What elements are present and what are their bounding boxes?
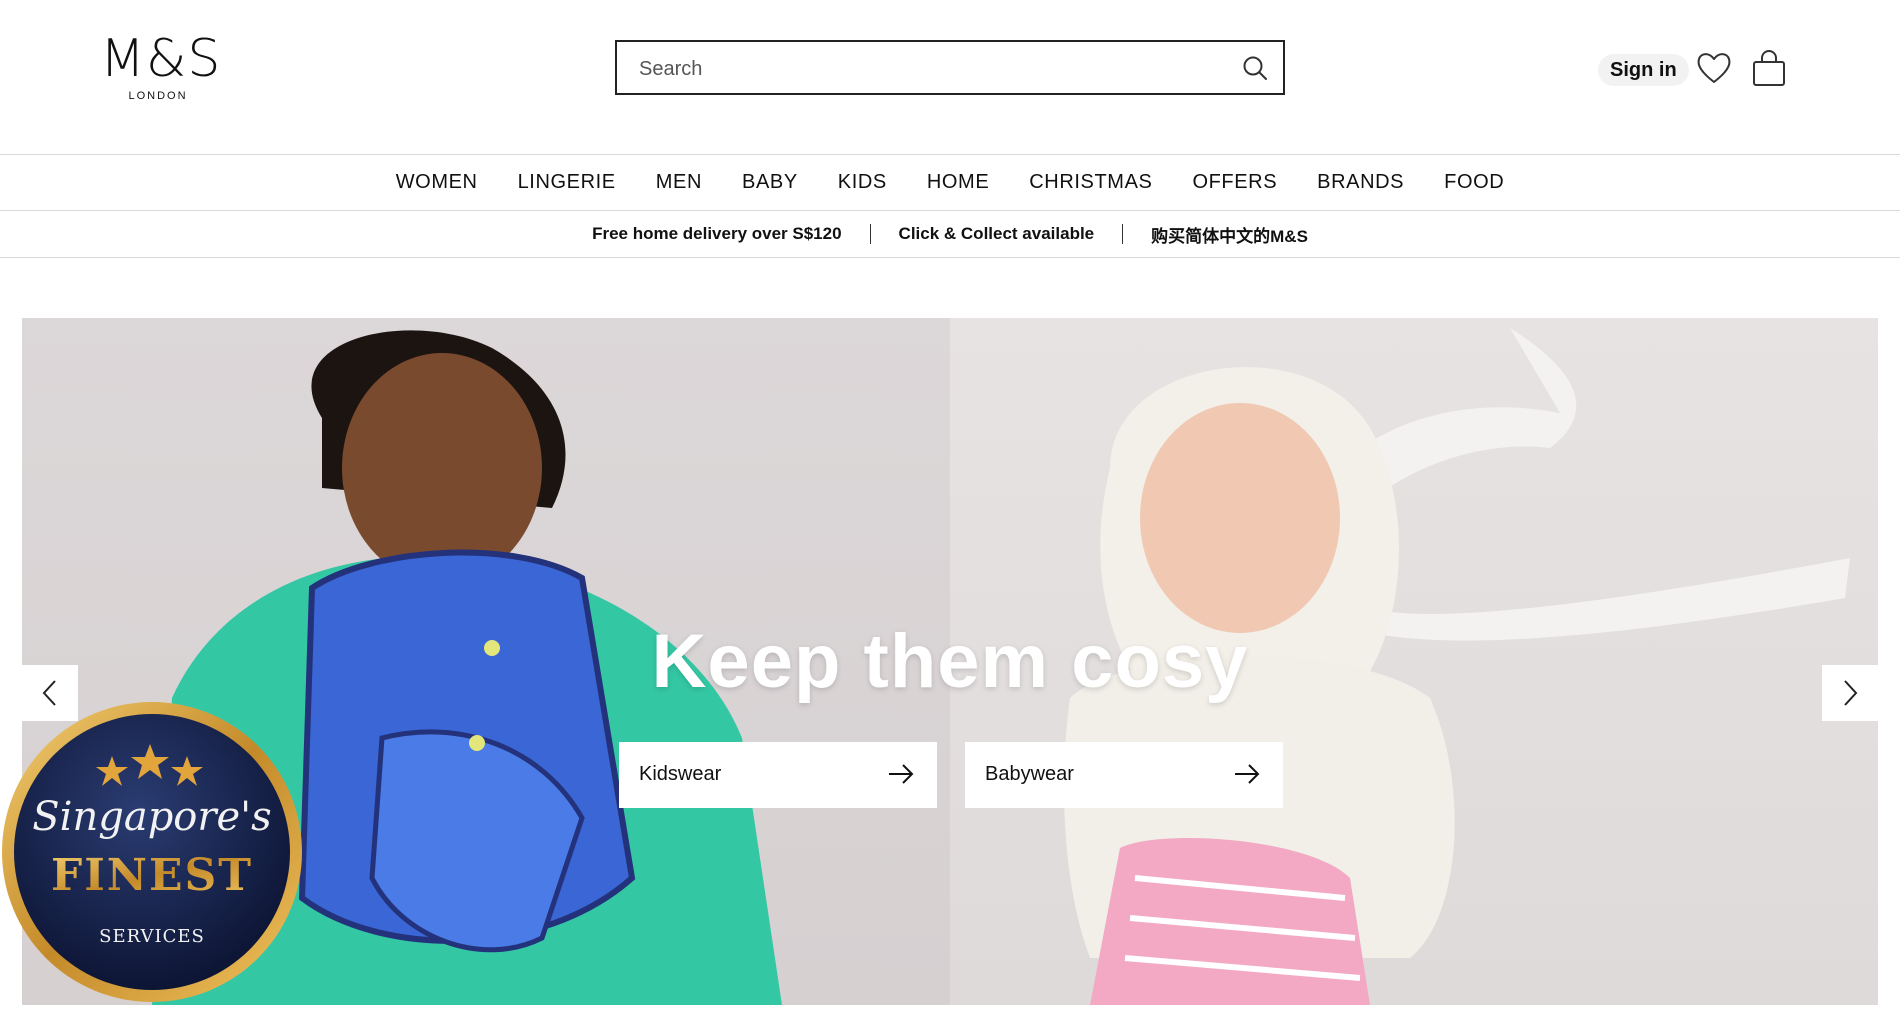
badge-line3: SERVICES xyxy=(99,926,205,947)
nav-item-baby[interactable]: BABY xyxy=(742,171,798,194)
nav-item-offers[interactable]: OFFERS xyxy=(1192,171,1277,194)
shopping-bag-icon[interactable] xyxy=(1751,48,1787,88)
sign-in-link[interactable]: Sign in xyxy=(1598,54,1689,86)
search-icon[interactable] xyxy=(1241,54,1269,82)
arrow-right-icon xyxy=(889,764,914,784)
babywear-button[interactable]: Babywear xyxy=(965,742,1283,808)
nav-list: WOMEN LINGERIE MEN BABY KIDS HOME CHRIST… xyxy=(0,155,1900,210)
promo-delivery[interactable]: Free home delivery over S$120 xyxy=(592,224,841,244)
kidswear-button[interactable]: Kidswear xyxy=(619,742,937,808)
logo-tagline: LONDON xyxy=(128,90,188,102)
chevron-right-icon xyxy=(1844,680,1858,706)
brand-logo[interactable]: M&S LONDON xyxy=(100,29,222,106)
nav-item-kids[interactable]: KIDS xyxy=(838,171,887,194)
nav-item-brands[interactable]: BRANDS xyxy=(1317,171,1404,194)
site-header: M&S LONDON Sign in xyxy=(0,0,1900,154)
promo-divider xyxy=(1122,224,1124,244)
heart-icon[interactable] xyxy=(1695,50,1733,86)
promo-chinese-site[interactable]: 购买简体中文的M&S xyxy=(1151,222,1308,247)
nav-item-lingerie[interactable]: LINGERIE xyxy=(518,171,616,194)
nav-item-home[interactable]: HOME xyxy=(927,171,989,194)
babywear-label: Babywear xyxy=(985,763,1074,785)
hero-heading: Keep them cosy xyxy=(651,619,1249,704)
search-box xyxy=(615,40,1285,95)
badge-line1: Singapore's xyxy=(32,794,271,840)
main-nav: WOMEN LINGERIE MEN BABY KIDS HOME CHRIST… xyxy=(0,154,1900,211)
nav-item-women[interactable]: WOMEN xyxy=(396,171,478,194)
nav-item-men[interactable]: MEN xyxy=(656,171,702,194)
nav-item-food[interactable]: FOOD xyxy=(1444,171,1504,194)
nav-item-christmas[interactable]: CHRISTMAS xyxy=(1029,171,1152,194)
promo-strip: Free home delivery over S$120 Click & Co… xyxy=(0,211,1900,258)
search-input[interactable] xyxy=(637,51,1221,87)
singapores-finest-badge: Singapore's FINEST SERVICES xyxy=(0,700,305,1005)
promo-divider xyxy=(869,224,871,244)
kidswear-label: Kidswear xyxy=(639,763,722,785)
promo-click-collect[interactable]: Click & Collect available xyxy=(899,224,1095,244)
carousel-next-button[interactable] xyxy=(1822,665,1878,721)
badge-line2: FINEST xyxy=(51,850,253,901)
logo-wordmark: M&S xyxy=(100,29,222,89)
arrow-right-icon xyxy=(1235,764,1260,784)
